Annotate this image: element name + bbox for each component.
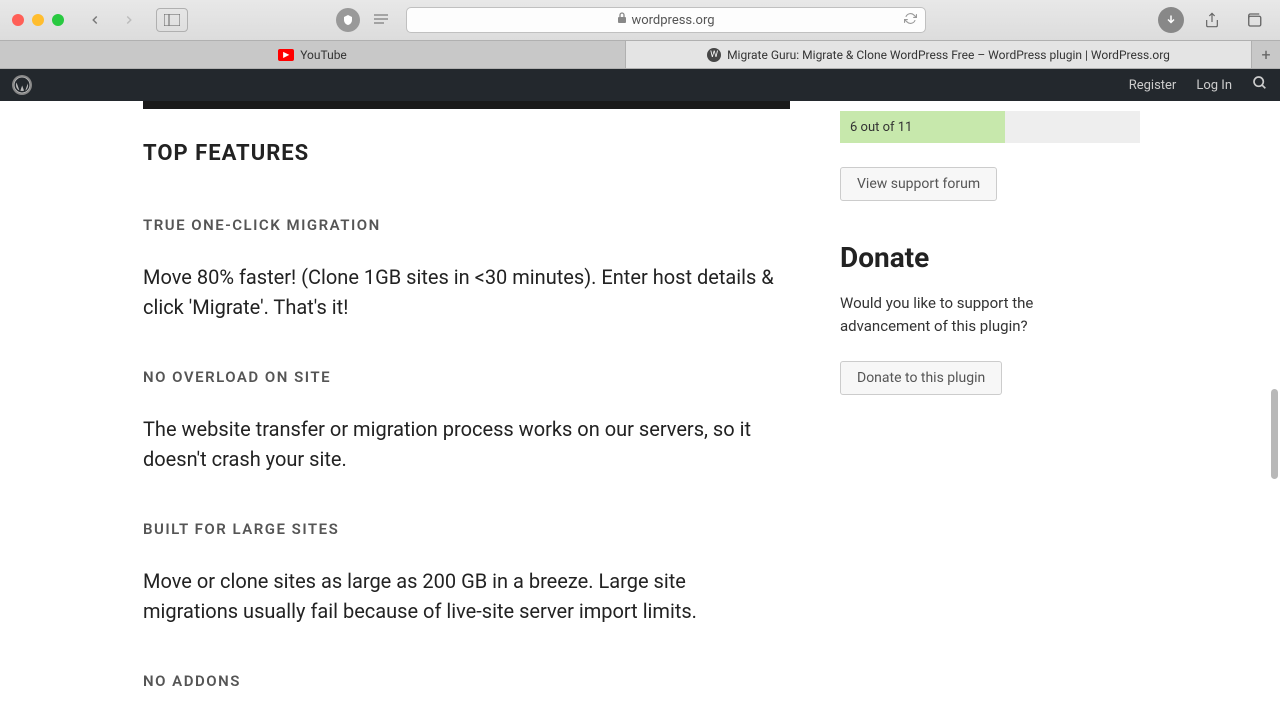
search-icon[interactable] — [1252, 75, 1268, 95]
feature-title: NO ADDONS — [143, 672, 790, 690]
privacy-report-button[interactable] — [336, 8, 360, 32]
donate-text: Would you like to support the advancemen… — [840, 292, 1080, 337]
youtube-icon: ▶ — [278, 49, 294, 61]
minimize-window-button[interactable] — [32, 14, 44, 26]
page-content: TOP FEATURES TRUE ONE-CLICK MIGRATION Mo… — [0, 101, 1280, 719]
url-bar[interactable]: wordpress.org — [406, 7, 926, 33]
tabs-button[interactable] — [1240, 8, 1268, 32]
support-progress-bar: 6 out of 11 — [840, 111, 1140, 143]
close-window-button[interactable] — [12, 14, 24, 26]
video-strip — [143, 101, 790, 109]
feature-body: The website transfer or migration proces… — [143, 414, 783, 474]
support-ratio-text: 6 out of 11 — [850, 120, 912, 135]
feature-title: NO OVERLOAD ON SITE — [143, 368, 790, 386]
tab-label: Migrate Guru: Migrate & Clone WordPress … — [727, 48, 1170, 62]
tab-label: YouTube — [300, 48, 347, 62]
feature-block: NO OVERLOAD ON SITE The website transfer… — [143, 368, 790, 474]
support-progress-fill: 6 out of 11 — [840, 111, 1005, 143]
sidebar-column: 6 out of 11 View support forum Donate Wo… — [790, 101, 1130, 719]
feature-body: Move 80% faster! (Clone 1GB sites in <30… — [143, 262, 783, 322]
browser-toolbar: wordpress.org — [0, 0, 1280, 40]
donate-heading: Donate — [840, 241, 1130, 274]
feature-block: NO ADDONS You don't need add-ons to move… — [143, 672, 790, 719]
wp-admin-bar: Register Log In — [0, 69, 1280, 101]
feature-body: Move or clone sites as large as 200 GB i… — [143, 566, 783, 626]
scrollbar-thumb[interactable] — [1271, 389, 1278, 479]
url-area: wordpress.org — [336, 7, 1150, 33]
feature-block: TRUE ONE-CLICK MIGRATION Move 80% faster… — [143, 216, 790, 322]
wordpress-logo-icon[interactable] — [12, 75, 32, 95]
forward-button[interactable] — [116, 8, 142, 32]
main-column: TOP FEATURES TRUE ONE-CLICK MIGRATION Mo… — [0, 101, 790, 719]
tab-bar: ▶ YouTube W Migrate Guru: Migrate & Clon… — [0, 40, 1280, 68]
tab-youtube[interactable]: ▶ YouTube — [0, 41, 626, 68]
wordpress-icon: W — [707, 48, 721, 62]
share-button[interactable] — [1198, 8, 1226, 32]
sidebar-toggle-button[interactable] — [156, 8, 188, 32]
window-controls — [12, 14, 64, 26]
downloads-button[interactable] — [1158, 7, 1184, 33]
feature-title: TRUE ONE-CLICK MIGRATION — [143, 216, 790, 234]
reader-mode-button[interactable] — [368, 8, 394, 32]
toolbar-right — [1158, 7, 1268, 33]
new-tab-button[interactable]: + — [1252, 41, 1280, 68]
back-button[interactable] — [82, 8, 108, 32]
maximize-window-button[interactable] — [52, 14, 64, 26]
lock-icon — [617, 12, 627, 28]
register-link[interactable]: Register — [1129, 78, 1177, 93]
browser-chrome: wordpress.org ▶ YouTube W Migrate G — [0, 0, 1280, 69]
view-support-forum-button[interactable]: View support forum — [840, 167, 997, 201]
tab-wordpress-plugin[interactable]: W Migrate Guru: Migrate & Clone WordPres… — [626, 41, 1252, 68]
wp-admin-bar-right: Register Log In — [1129, 75, 1268, 95]
feature-title: BUILT FOR LARGE SITES — [143, 520, 790, 538]
url-host-text: wordpress.org — [631, 13, 714, 28]
feature-block: BUILT FOR LARGE SITES Move or clone site… — [143, 520, 790, 626]
reload-icon[interactable] — [904, 12, 917, 29]
donate-button[interactable]: Donate to this plugin — [840, 361, 1002, 395]
login-link[interactable]: Log In — [1196, 78, 1232, 93]
top-features-heading: TOP FEATURES — [143, 141, 790, 166]
